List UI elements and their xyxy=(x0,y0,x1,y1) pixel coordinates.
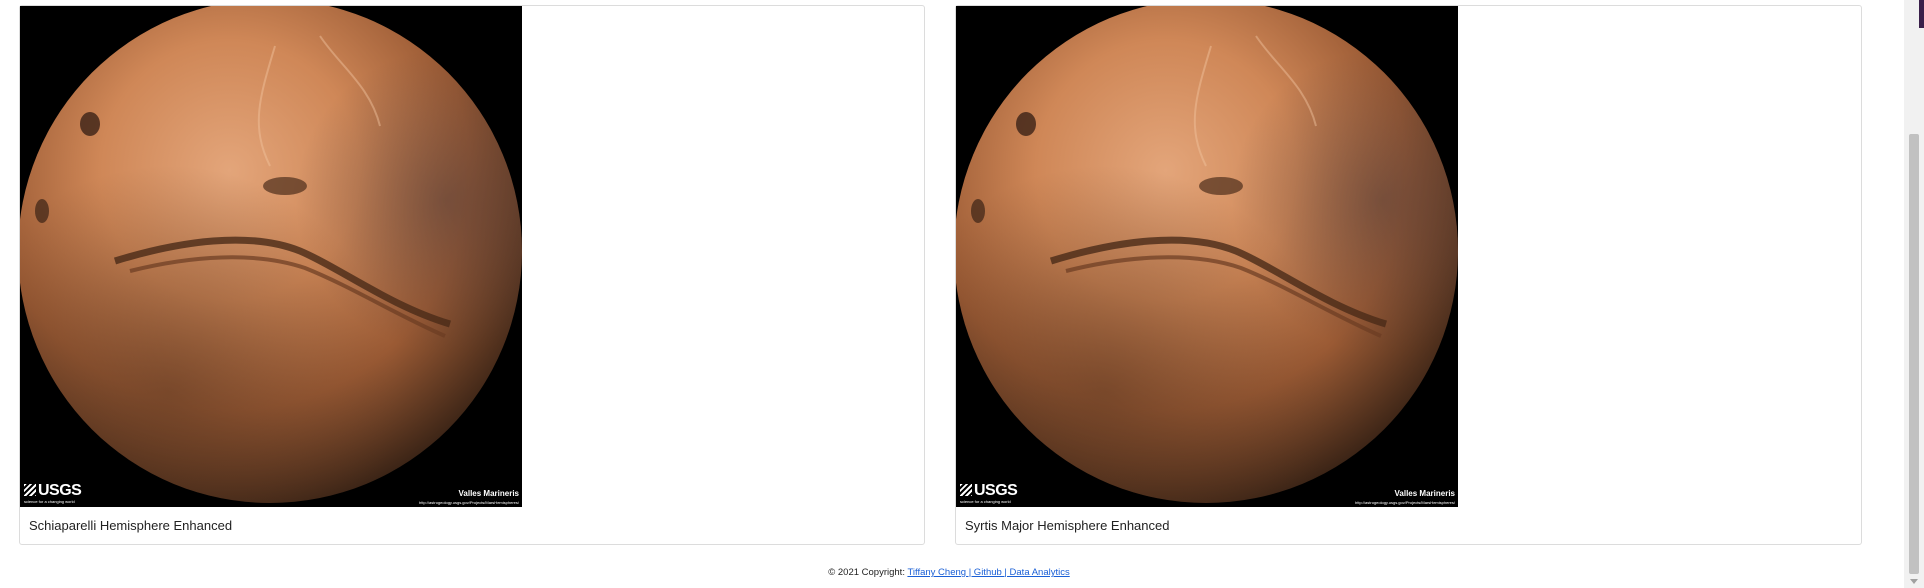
usgs-logo: USGS science for a changing world xyxy=(960,482,1018,504)
footer-copyright: © 2021 Copyright: xyxy=(828,567,905,578)
hemisphere-card-syrtis-major[interactable]: USGS science for a changing world Valles… xyxy=(955,5,1862,545)
usgs-logo: USGS science for a changing world xyxy=(24,482,82,504)
footer-author-link[interactable]: Tiffany Cheng | Github | Data Analytics xyxy=(907,567,1069,578)
window-edge-accent xyxy=(1919,0,1924,28)
hemisphere-card-schiaparelli[interactable]: USGS science for a changing world Valles… xyxy=(19,5,925,545)
image-source-url: http://astrogeology.usgs.gov/Projects/Ma… xyxy=(419,500,519,505)
page-scrollbar[interactable] xyxy=(1904,0,1924,588)
hemisphere-title: Syrtis Major Hemisphere Enhanced xyxy=(965,518,1170,533)
mars-globe-graphic xyxy=(956,6,1458,507)
image-region-label: Valles Marineris xyxy=(1394,489,1455,498)
chevron-down-icon[interactable] xyxy=(1910,579,1918,584)
usgs-logo-text: USGS xyxy=(38,482,82,499)
mars-globe-graphic xyxy=(20,6,522,507)
page: USGS science for a changing world Valles… xyxy=(0,0,1924,588)
hemisphere-image[interactable]: USGS science for a changing world Valles… xyxy=(956,6,1458,507)
usgs-logo-text: USGS xyxy=(974,482,1018,499)
scrollbar-thumb[interactable] xyxy=(1909,134,1919,574)
usgs-wave-icon xyxy=(960,484,972,496)
usgs-tagline: science for a changing world xyxy=(960,499,1011,504)
image-region-label: Valles Marineris xyxy=(458,489,519,498)
footer: © 2021 Copyright: Tiffany Cheng | Github… xyxy=(0,567,1898,578)
hemisphere-image[interactable]: USGS science for a changing world Valles… xyxy=(20,6,522,507)
image-source-url: http://astrogeology.usgs.gov/Projects/Ma… xyxy=(1355,500,1455,505)
hemisphere-title: Schiaparelli Hemisphere Enhanced xyxy=(29,518,233,533)
usgs-wave-icon xyxy=(24,484,36,496)
usgs-tagline: science for a changing world xyxy=(24,499,75,504)
